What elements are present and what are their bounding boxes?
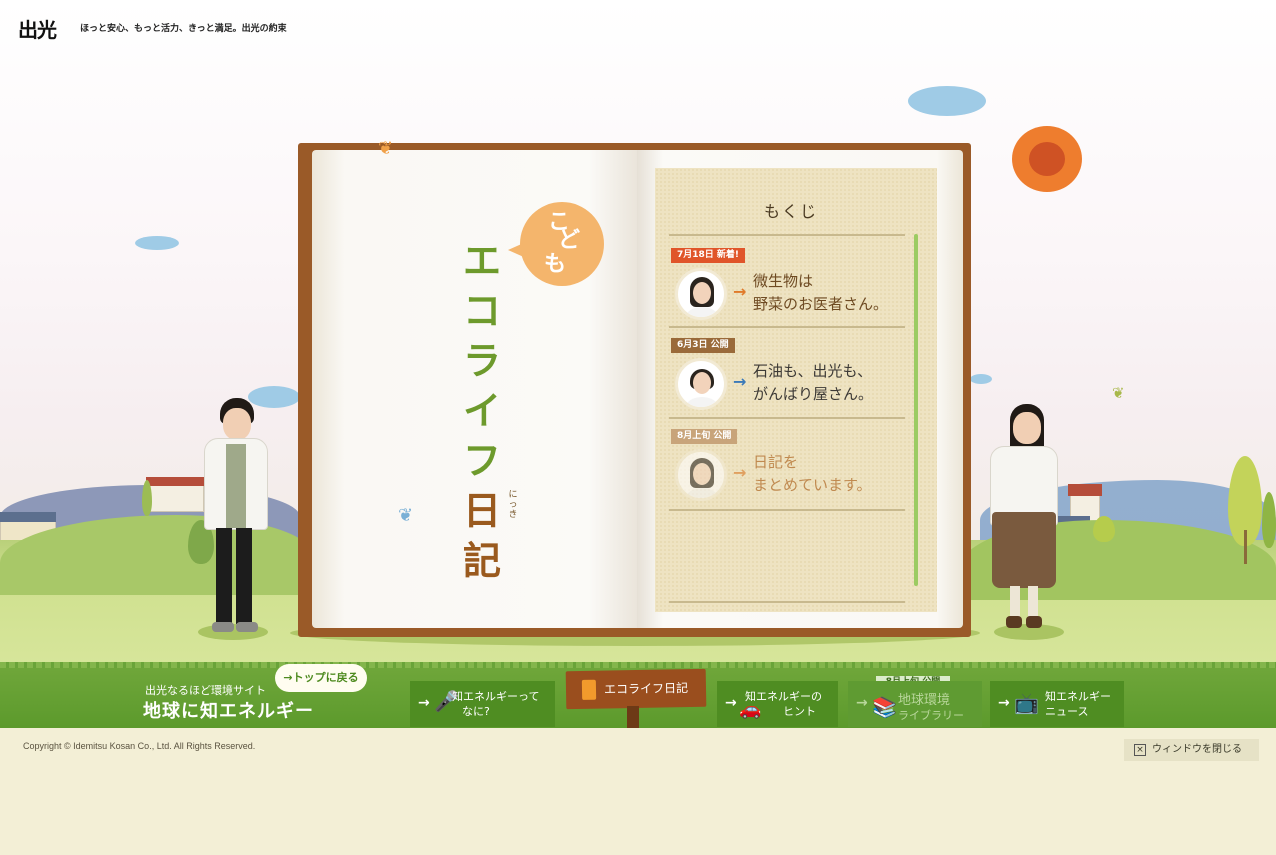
toc-badge-upcoming: 8月上旬 公開 [671,429,738,444]
signpost-post [627,706,639,728]
boy-avatar [675,358,727,410]
arrow-right-icon: → [856,695,868,711]
tagline: ほっと安心、もっと活力、きっと満足。出光の約束 [80,24,287,34]
toc-badge-published: 6月3日 公開 [671,338,735,353]
toc-item-summary: 8月上旬 公開 → 日記を まとめています。 [671,429,911,515]
site-subtitle: 出光なるほど環境サイト [145,684,266,697]
nav-chi-energy-news[interactable]: → 📺 知エネルギー ニュース [990,681,1124,727]
back-to-top-button[interactable]: →トップに戻る [275,664,367,692]
sun [1012,126,1082,192]
butterfly-icon: ❦ [1112,384,1125,402]
nav-what-is-chi-energy[interactable]: → 🎤 知エネルギーって なに? [410,681,555,727]
table-of-contents: もくじ 7月18日 新着! → 微生物は 野菜のお医者さん。 6月3日 公開 →… [655,168,937,612]
butterfly-icon: ❦ [378,138,394,159]
toc-item-title: 石油も、出光も、 がんばり屋さん。 [753,362,874,403]
nav-label: 地球環境 ライブラリー [898,693,964,722]
cloud [908,86,986,116]
arrow-right-icon: → [283,671,293,684]
back-to-top-label: トップに戻る [292,671,359,684]
arrow-right-icon: → [733,372,747,391]
toc-side-bar [914,234,918,586]
nav-eco-life-diary-current[interactable]: エコライフ日記 [565,668,707,710]
copyright-text: Copyright © Idemitsu Kosan Co., Ltd. All… [23,741,256,751]
toc-item-microbes[interactable]: 7月18日 新着! → 微生物は 野菜のお医者さん。 [671,248,911,334]
close-window-button[interactable]: × ウィンドウを閉じる [1124,739,1259,761]
girl-avatar [675,449,727,501]
tree-trunk [1244,530,1247,564]
book-icon [581,679,597,700]
toc-item-title: 微生物は 野菜のお医者さん。 [753,272,889,313]
arrow-right-icon: → [733,463,747,482]
tv-icon: 📺 [1014,691,1039,715]
toc-divider [669,601,905,603]
boy-character [196,396,276,646]
girl-character [988,402,1068,648]
close-window-label: ウィンドウを閉じる [1152,744,1242,755]
nav-earth-environment-library: → 📚 地球環境 ライブラリー [848,681,982,727]
nav-label: エコライフ日記 [603,681,689,697]
nav-label: 知エネルギー ニュース [1045,690,1111,718]
nikki-ruby-text: に っ き [508,490,518,520]
kodomo-label: こ ど も [544,210,581,277]
arrow-right-icon: → [733,282,747,301]
cloud [970,374,992,384]
toc-badge-new: 7月18日 新着! [671,248,746,263]
close-icon: × [1134,744,1146,756]
arrow-right-icon: → [418,695,430,711]
nav-chi-energy-hints[interactable]: → 🚗 知エネルギーの ヒント [717,681,838,727]
toc-title: もくじ [763,202,818,221]
site-title-link[interactable]: 地球に知エネルギー [143,697,314,723]
cloud [135,236,179,250]
books-icon: 📚 [872,695,897,719]
nav-label: 知エネルギーの ヒント [745,690,822,718]
tree [1093,516,1115,542]
house-roof [1068,484,1102,496]
house-roof [0,512,56,522]
toc-divider [669,234,905,236]
arrow-right-icon: → [998,695,1010,711]
eco-life-diary-title: エ コ ラ イ フ 日 記 [462,239,501,583]
butterfly-icon: ❦ [398,505,414,526]
nav-label: 知エネルギーって なに? [452,690,540,718]
tree [142,480,152,516]
girl-avatar [675,268,727,320]
idemitsu-logo[interactable]: 出光 [18,14,57,43]
toc-item-oil[interactable]: 6月3日 公開 → 石油も、出光も、 がんばり屋さん。 [671,338,911,424]
toc-item-title: 日記を まとめています。 [753,453,872,494]
arrow-right-icon: → [725,695,737,711]
